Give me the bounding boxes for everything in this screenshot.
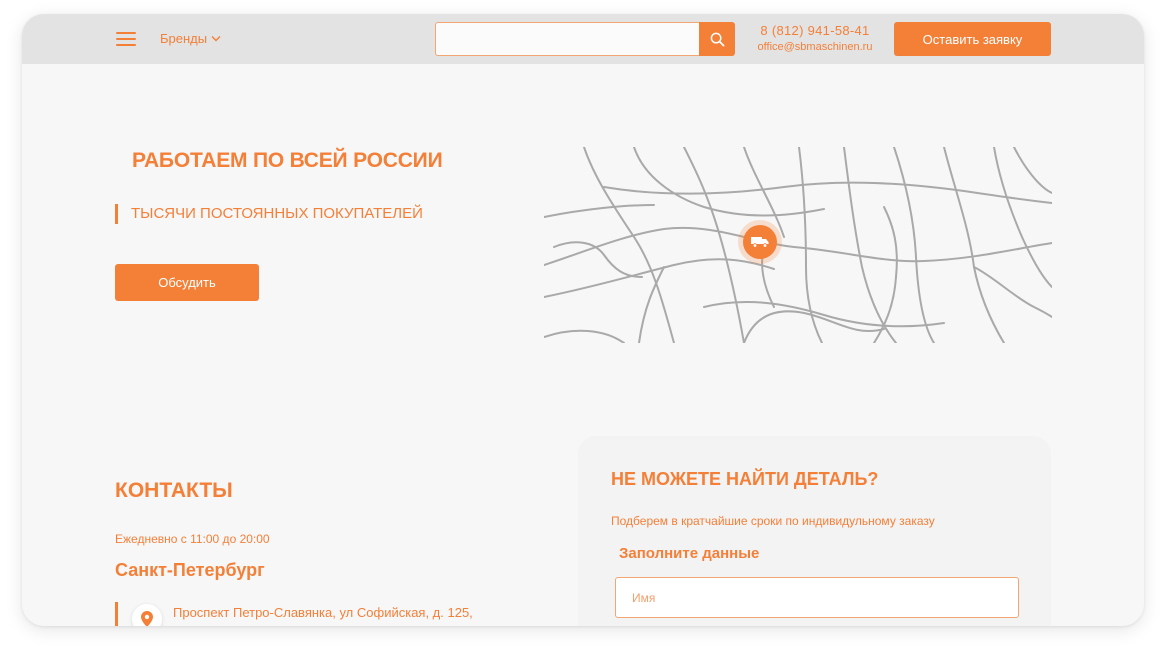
- hero-title: РАБОТАЕМ ПО ВСЕЙ РОССИИ: [132, 149, 443, 172]
- brands-label: Бренды: [160, 31, 208, 46]
- city-name: Санкт-Петербург: [115, 560, 265, 580]
- truck-icon: [751, 237, 769, 248]
- search-icon: [710, 32, 724, 46]
- form-title: НЕ МОЖЕТЕ НАЙТИ ДЕТАЛЬ?: [611, 469, 879, 489]
- map-marker[interactable]: [743, 225, 777, 259]
- header-contacts: 8 (812) 941-58-41 office@sbmaschinen.ru: [750, 23, 880, 55]
- request-button[interactable]: Оставить заявку: [894, 22, 1051, 56]
- form-label: Заполните данные: [619, 545, 760, 562]
- address-marker: [132, 604, 162, 626]
- working-hours: Ежедневно с 11:00 до 20:00: [115, 532, 270, 546]
- address-text: Проспект Петро-Славянка, ул Софийская, д…: [173, 605, 473, 620]
- hero-subtitle: ТЫСЯЧИ ПОСТОЯННЫХ ПОКУПАТЕЛЕЙ: [115, 204, 423, 224]
- browser-frame: Бренды 8 (812) 941-58-41 office@sbmaschi…: [22, 14, 1144, 626]
- map-illustration: [544, 147, 1052, 343]
- discuss-button[interactable]: Обсудить: [115, 264, 259, 301]
- hamburger-icon[interactable]: [116, 32, 136, 46]
- location-pin-icon: [141, 611, 153, 626]
- header-email[interactable]: office@sbmaschinen.ru: [750, 39, 880, 55]
- search-button[interactable]: [699, 22, 735, 56]
- form-subtitle: Подберем в кратчайшие сроки по индивидул…: [611, 514, 935, 528]
- contacts-title: КОНТАКТЫ: [115, 479, 233, 502]
- brands-dropdown[interactable]: Бренды: [160, 31, 221, 46]
- site-header: Бренды 8 (812) 941-58-41 office@sbmaschi…: [22, 14, 1144, 64]
- header-phone[interactable]: 8 (812) 941-58-41: [750, 23, 880, 39]
- address-accent-bar: [115, 602, 118, 626]
- chevron-down-icon: [211, 36, 221, 42]
- name-field[interactable]: [615, 577, 1019, 618]
- search-bar: [435, 22, 735, 56]
- search-input[interactable]: [435, 22, 700, 56]
